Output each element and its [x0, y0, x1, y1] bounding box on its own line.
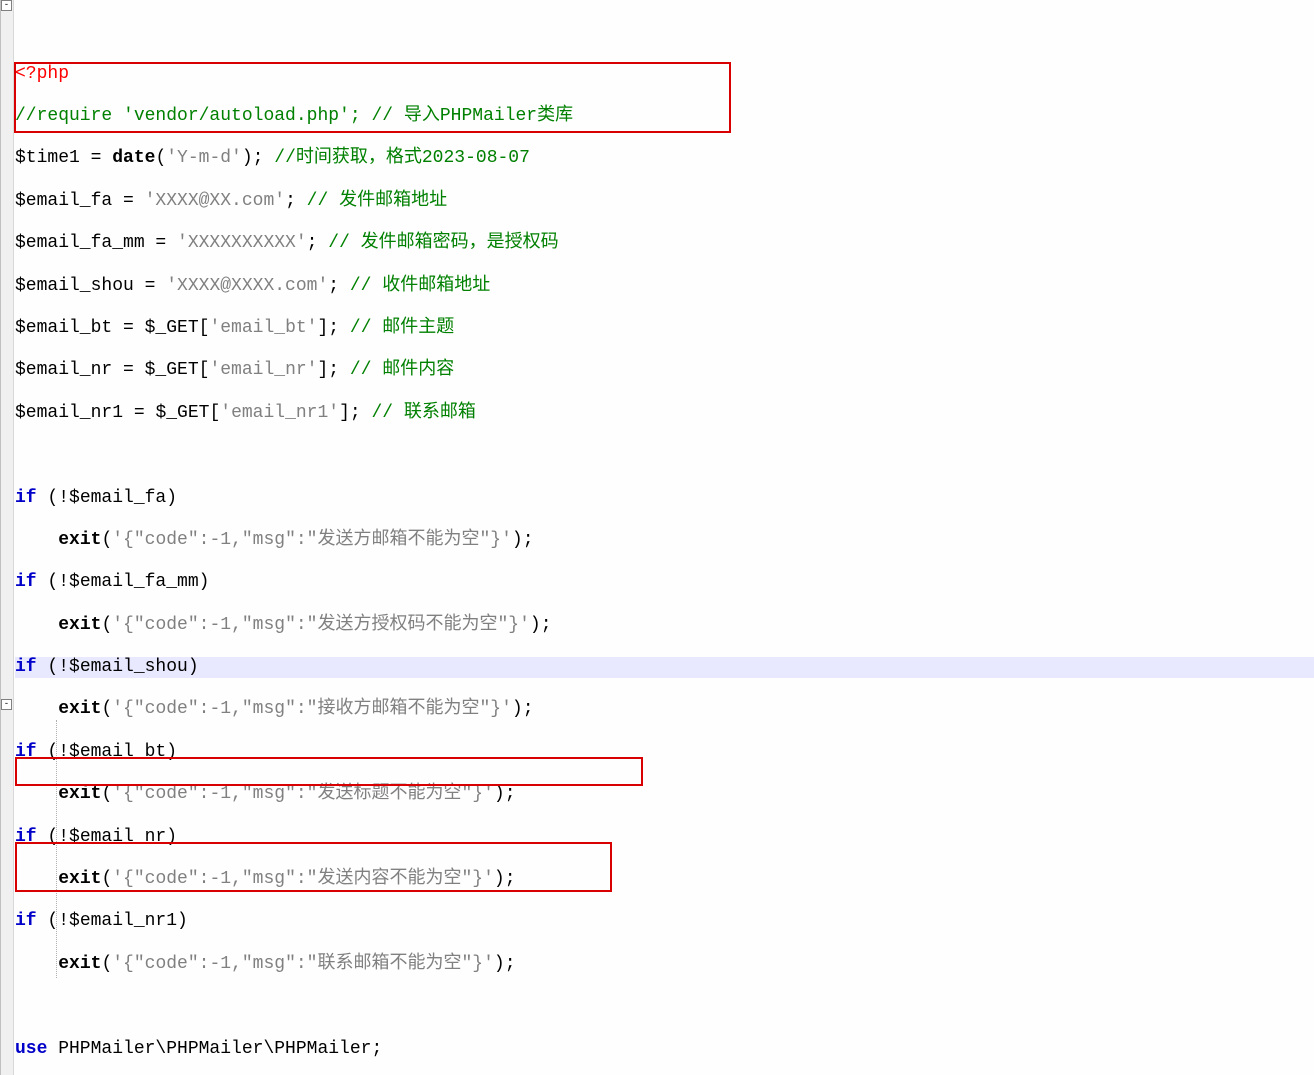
code-line[interactable]: //require 'vendor/autoload.php'; // 导入PH… [15, 106, 573, 127]
code-line[interactable]: exit('{"code":-1,"msg":"发送内容不能为空"}'); [15, 869, 573, 890]
code-line[interactable]: exit('{"code":-1,"msg":"联系邮箱不能为空"}'); [15, 954, 573, 975]
fold-gutter: - - [1, 0, 14, 1075]
code-line[interactable]: $email_shou = 'XXXX@XXXX.com'; // 收件邮箱地址 [15, 276, 573, 297]
code-line[interactable]: if (!$email_bt) [15, 742, 573, 763]
code-line[interactable]: $email_nr = $_GET['email_nr']; // 邮件内容 [15, 360, 573, 381]
fold-marker-icon[interactable]: - [1, 699, 12, 710]
code-line[interactable]: exit('{"code":-1,"msg":"发送方授权码不能为空"}'); [15, 615, 573, 636]
code-line[interactable]: <?php [15, 64, 573, 85]
fold-marker-icon[interactable]: - [1, 0, 12, 11]
code-line[interactable]: $time1 = date('Y-m-d'); //时间获取，格式2023-08… [15, 148, 573, 169]
code-line[interactable]: if (!$email_nr) [15, 827, 573, 848]
code-line[interactable]: $email_nr1 = $_GET['email_nr1']; // 联系邮箱 [15, 403, 573, 424]
code-line[interactable] [15, 445, 573, 466]
code-line[interactable]: use PHPMailer\PHPMailer\PHPMailer; [15, 1039, 573, 1060]
code-line[interactable]: if (!$email_shou) [15, 657, 573, 678]
code-line[interactable] [15, 996, 573, 1017]
code-line[interactable]: $email_fa_mm = 'XXXXXXXXXX'; // 发件邮箱密码，是… [15, 233, 573, 254]
code-line[interactable]: exit('{"code":-1,"msg":"发送方邮箱不能为空"}'); [15, 530, 573, 551]
code-line[interactable]: $email_fa = 'XXXX@XX.com'; // 发件邮箱地址 [15, 191, 573, 212]
code-content[interactable]: <?php //require 'vendor/autoload.php'; /… [15, 42, 573, 1075]
code-line[interactable]: if (!$email_fa_mm) [15, 572, 573, 593]
code-line[interactable]: $email_bt = $_GET['email_bt']; // 邮件主题 [15, 318, 573, 339]
code-line[interactable]: exit('{"code":-1,"msg":"接收方邮箱不能为空"}'); [15, 699, 573, 720]
code-editor[interactable]: - - <?php //require 'vendor/autoload.php… [0, 0, 1314, 1075]
code-line[interactable]: exit('{"code":-1,"msg":"发送标题不能为空"}'); [15, 784, 573, 805]
code-line[interactable]: if (!$email_nr1) [15, 911, 573, 932]
code-line[interactable]: if (!$email_fa) [15, 488, 573, 509]
